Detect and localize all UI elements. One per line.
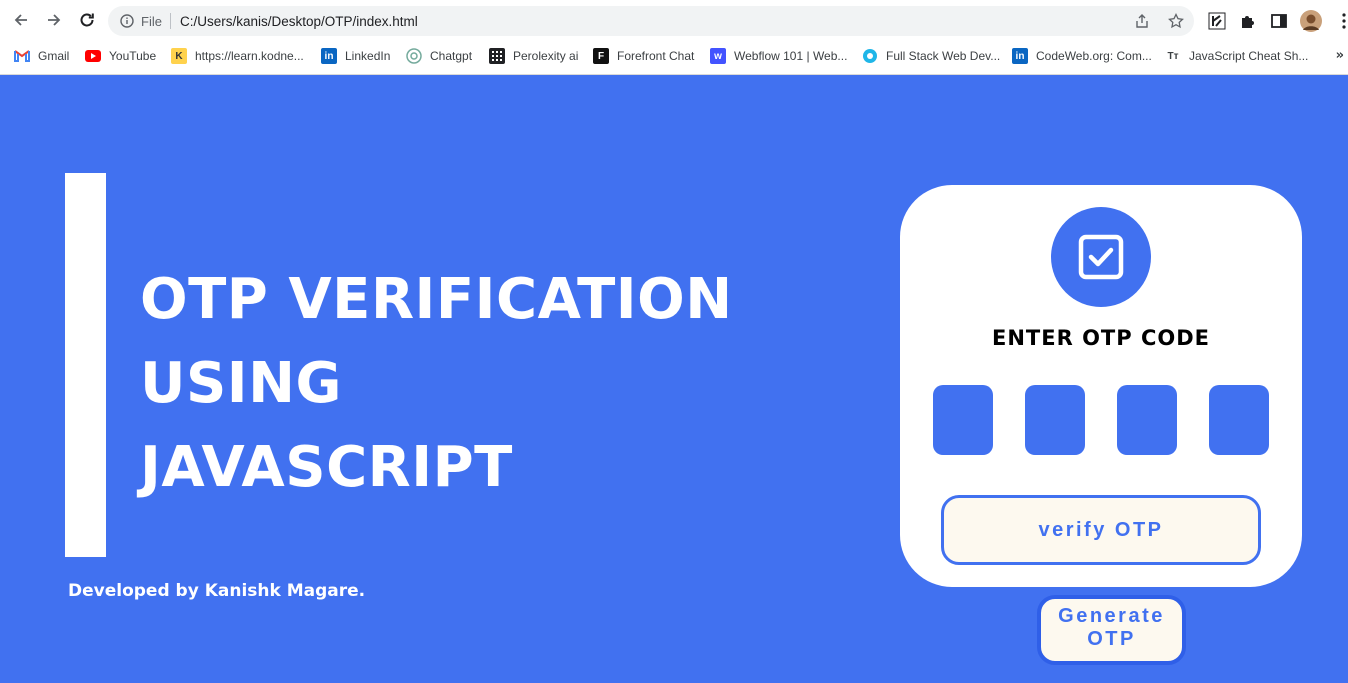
bookmark-label: CodeWeb.org: Com... (1036, 49, 1152, 63)
bookmark-forefront[interactable]: F Forefront Chat (593, 47, 694, 65)
bookmarks-overflow-button[interactable]: » (1336, 48, 1344, 63)
gmail-icon (14, 48, 30, 64)
address-bar-actions (1132, 11, 1186, 31)
checkbox-icon (1078, 234, 1124, 280)
bookmark-label: LinkedIn (345, 49, 391, 63)
otp-card: ENTER OTP CODE verify OTP (900, 185, 1302, 587)
forward-button[interactable] (42, 8, 66, 32)
heading-line: USING (140, 351, 342, 416)
linkedin-icon: in (1012, 48, 1028, 64)
bookmark-webflow[interactable]: w Webflow 101 | Web... (710, 47, 847, 65)
url-separator (169, 13, 171, 29)
browser-toolbar: File C:/Users/kanis/Desktop/OTP/index.ht… (0, 0, 1348, 40)
kodnest-icon: K (171, 48, 187, 64)
bookmark-label: JavaScript Cheat Sh... (1189, 49, 1309, 63)
url-scheme: File (141, 13, 162, 29)
bookmark-fullstack[interactable]: Full Stack Web Dev... (862, 47, 1000, 65)
side-panel-icon[interactable] (1268, 10, 1290, 32)
generate-label-line1: Generate (1058, 605, 1165, 627)
otp-digit-input-3[interactable] (1117, 385, 1177, 455)
fullstack-icon (862, 48, 878, 64)
bookmark-label: https://learn.kodne... (195, 49, 304, 63)
generate-label-line2: OTP (1087, 628, 1136, 650)
verify-otp-button[interactable]: verify OTP (941, 495, 1261, 565)
bookmark-perplexity[interactable]: Perolexity ai (489, 47, 578, 65)
otp-digit-input-1[interactable] (933, 385, 993, 455)
menu-icon[interactable] (1333, 10, 1348, 32)
check-badge (1051, 207, 1151, 307)
extension-icon[interactable] (1206, 10, 1228, 32)
youtube-icon (85, 48, 101, 64)
otp-card-title: ENTER OTP CODE (992, 326, 1210, 350)
perplexity-icon (489, 48, 505, 64)
tt-icon: Tт (1167, 50, 1179, 62)
generate-otp-button[interactable]: Generate OTP (1037, 595, 1186, 665)
url-text[interactable]: C:/Users/kanis/Desktop/OTP/index.html (180, 14, 418, 29)
address-bar[interactable]: File C:/Users/kanis/Desktop/OTP/index.ht… (108, 6, 1194, 36)
accent-bar (65, 173, 106, 557)
bookmark-linkedin[interactable]: in LinkedIn (321, 47, 390, 65)
developer-credit: Developed by Kanishk Magare. (68, 581, 366, 601)
reload-button[interactable] (75, 8, 99, 32)
bookmark-gmail[interactable]: Gmail (14, 47, 69, 65)
bookmark-label: Webflow 101 | Web... (734, 49, 848, 63)
bookmark-js-cheatsheet[interactable]: Tт JavaScript Cheat Sh... (1165, 47, 1308, 65)
avatar[interactable] (1300, 10, 1322, 32)
bookmark-codeweb[interactable]: in CodeWeb.org: Com... (1012, 47, 1152, 65)
puzzle-icon[interactable] (1237, 10, 1259, 32)
heading-line: OTP VERIFICATION (140, 267, 733, 332)
page-heading: OTP VERIFICATION USING JAVASCRIPT (140, 258, 860, 510)
bookmark-chatgpt[interactable]: Chatgpt (406, 47, 472, 65)
bookmark-label: Gmail (38, 49, 70, 63)
arrow-left-icon (14, 14, 27, 26)
bookmark-label: Chatgpt (430, 49, 473, 63)
browser-chrome: File C:/Users/kanis/Desktop/OTP/index.ht… (0, 0, 1348, 75)
star-icon[interactable] (1166, 11, 1186, 31)
bookmark-kodnest[interactable]: K https://learn.kodne... (171, 47, 304, 65)
bookmark-label: Forefront Chat (617, 49, 695, 63)
info-icon[interactable] (119, 13, 135, 29)
bookmark-label: Full Stack Web Dev... (886, 49, 1001, 63)
chatgpt-icon (406, 48, 422, 64)
bookmark-label: YouTube (109, 49, 157, 63)
share-icon[interactable] (1132, 11, 1152, 31)
heading-line: JAVASCRIPT (140, 435, 513, 500)
bookmark-label: Perolexity ai (513, 49, 579, 63)
forefront-icon: F (593, 48, 609, 64)
bookmark-youtube[interactable]: YouTube (85, 47, 156, 65)
arrow-right-icon (48, 14, 61, 26)
linkedin-icon: in (321, 48, 337, 64)
reload-icon (80, 13, 94, 27)
back-button[interactable] (9, 8, 33, 32)
otp-digit-input-4[interactable] (1209, 385, 1269, 455)
otp-digit-input-2[interactable] (1025, 385, 1085, 455)
webflow-icon: w (710, 48, 726, 64)
bookmarks-bar: Gmail YouTube K https://learn.kodne... i… (0, 42, 1348, 70)
